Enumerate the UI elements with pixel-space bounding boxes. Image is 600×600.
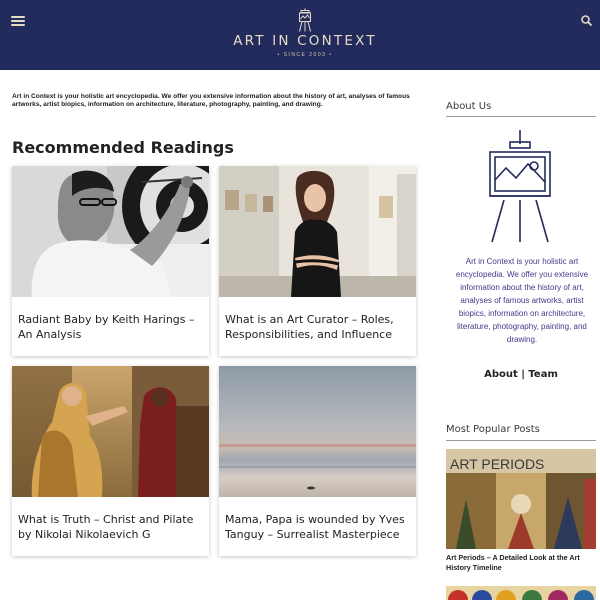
article-title[interactable]: Radiant Baby by Keith Harings – An Analy… xyxy=(18,312,204,342)
article-title[interactable]: Mama, Papa is wounded by Yves Tanguy – S… xyxy=(225,512,411,542)
article-card[interactable]: Mama, Papa is wounded by Yves Tanguy – S… xyxy=(219,366,416,556)
about-heading: About Us xyxy=(446,101,492,112)
link-separator: | xyxy=(521,369,525,380)
logo-tagline: • SINCE 2003 • xyxy=(277,52,333,58)
about-divider xyxy=(446,116,596,117)
section-title: Recommended Readings xyxy=(12,138,234,157)
article-thumbnail[interactable] xyxy=(219,366,416,497)
hamburger-menu-icon[interactable] xyxy=(11,14,25,28)
site-logo[interactable]: ART IN CONTEXT • SINCE 2003 • xyxy=(200,8,410,64)
popular-image-caption: ART PERIODS xyxy=(450,456,544,472)
article-card[interactable]: What is an Art Curator – Roles, Responsi… xyxy=(219,166,416,356)
easel-icon xyxy=(489,130,551,243)
popular-post-thumbnail[interactable]: ART PERIODS xyxy=(446,449,596,549)
popular-post-title[interactable]: Art Periods – A Detailed Look at the Art… xyxy=(446,553,596,573)
about-text: Art in Context is your holistic art ency… xyxy=(455,257,589,344)
site-header: ART IN CONTEXT • SINCE 2003 • xyxy=(0,0,600,70)
article-title[interactable]: What is an Art Curator – Roles, Responsi… xyxy=(225,312,411,342)
article-thumbnail[interactable] xyxy=(12,366,209,497)
popular-post-thumbnail[interactable] xyxy=(446,586,596,600)
article-card[interactable]: Radiant Baby by Keith Harings – An Analy… xyxy=(12,166,209,356)
article-title[interactable]: What is Truth – Christ and Pilate by Nik… xyxy=(18,512,204,542)
about-links: About | Team xyxy=(446,369,596,380)
article-thumbnail[interactable] xyxy=(12,166,209,297)
popular-heading: Most Popular Posts xyxy=(446,424,540,435)
search-icon[interactable] xyxy=(578,12,596,30)
intro-text: Art in Context is your holistic art ency… xyxy=(12,93,410,109)
popular-divider xyxy=(446,440,596,441)
article-thumbnail[interactable] xyxy=(219,166,416,297)
about-link[interactable]: About xyxy=(484,369,518,380)
article-card[interactable]: What is Truth – Christ and Pilate by Nik… xyxy=(12,366,209,556)
easel-logo-icon xyxy=(299,8,311,32)
team-link[interactable]: Team xyxy=(528,369,557,380)
logo-name: ART IN CONTEXT xyxy=(233,33,377,49)
